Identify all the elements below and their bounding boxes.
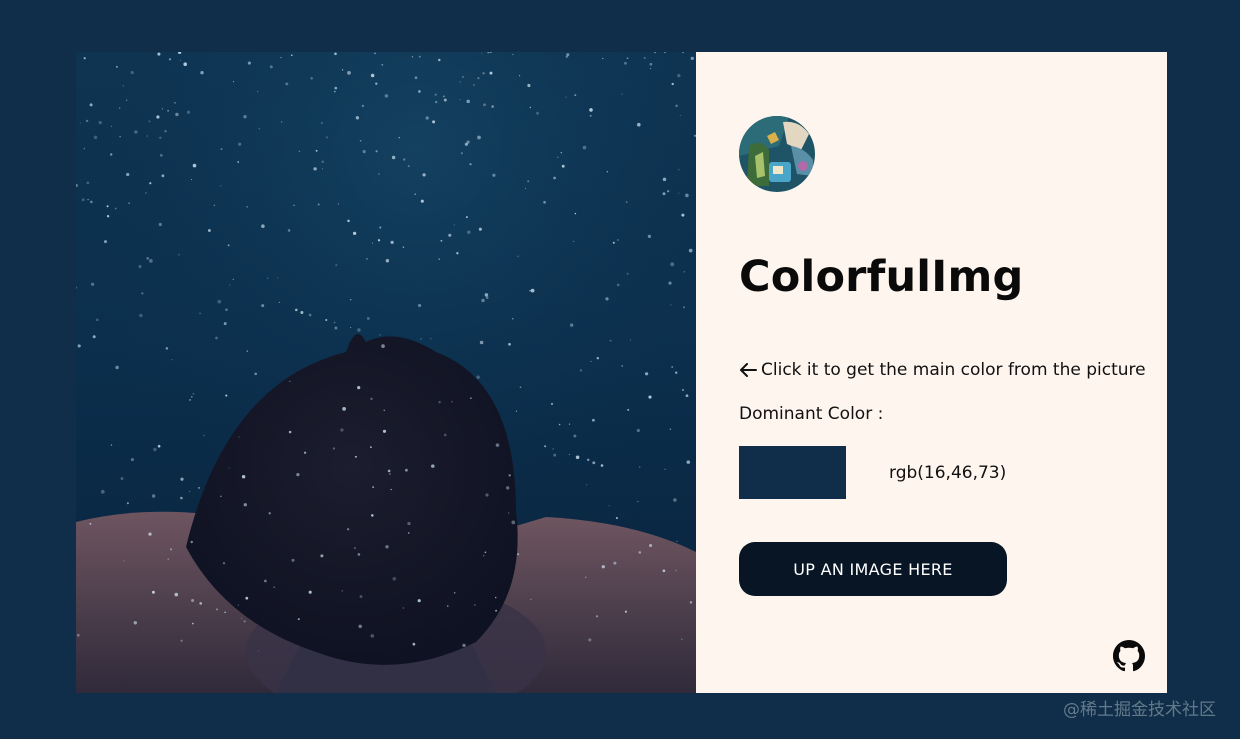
colorfulimg-app: ColorfulImg Click it to get the main col… <box>76 52 1167 693</box>
dominant-color-swatch <box>739 446 846 499</box>
arrow-left-icon <box>740 363 757 377</box>
hint-text: Click it to get the main color from the … <box>761 360 1146 380</box>
github-icon <box>1113 640 1145 672</box>
dominant-color-label: Dominant Color : <box>739 404 884 424</box>
avatar <box>739 116 815 192</box>
app-title: ColorfulImg <box>739 252 1024 302</box>
dominant-color-value: rgb(16,46,73) <box>889 463 1007 483</box>
hint-text-row: Click it to get the main color from the … <box>739 360 1146 380</box>
color-info-panel: ColorfulImg Click it to get the main col… <box>696 52 1167 693</box>
watermark: @稀土掘金技术社区 <box>1063 700 1216 720</box>
upload-image-button[interactable]: UP AN IMAGE HERE <box>739 542 1007 596</box>
source-image[interactable] <box>76 52 696 693</box>
github-link[interactable] <box>1113 640 1145 672</box>
